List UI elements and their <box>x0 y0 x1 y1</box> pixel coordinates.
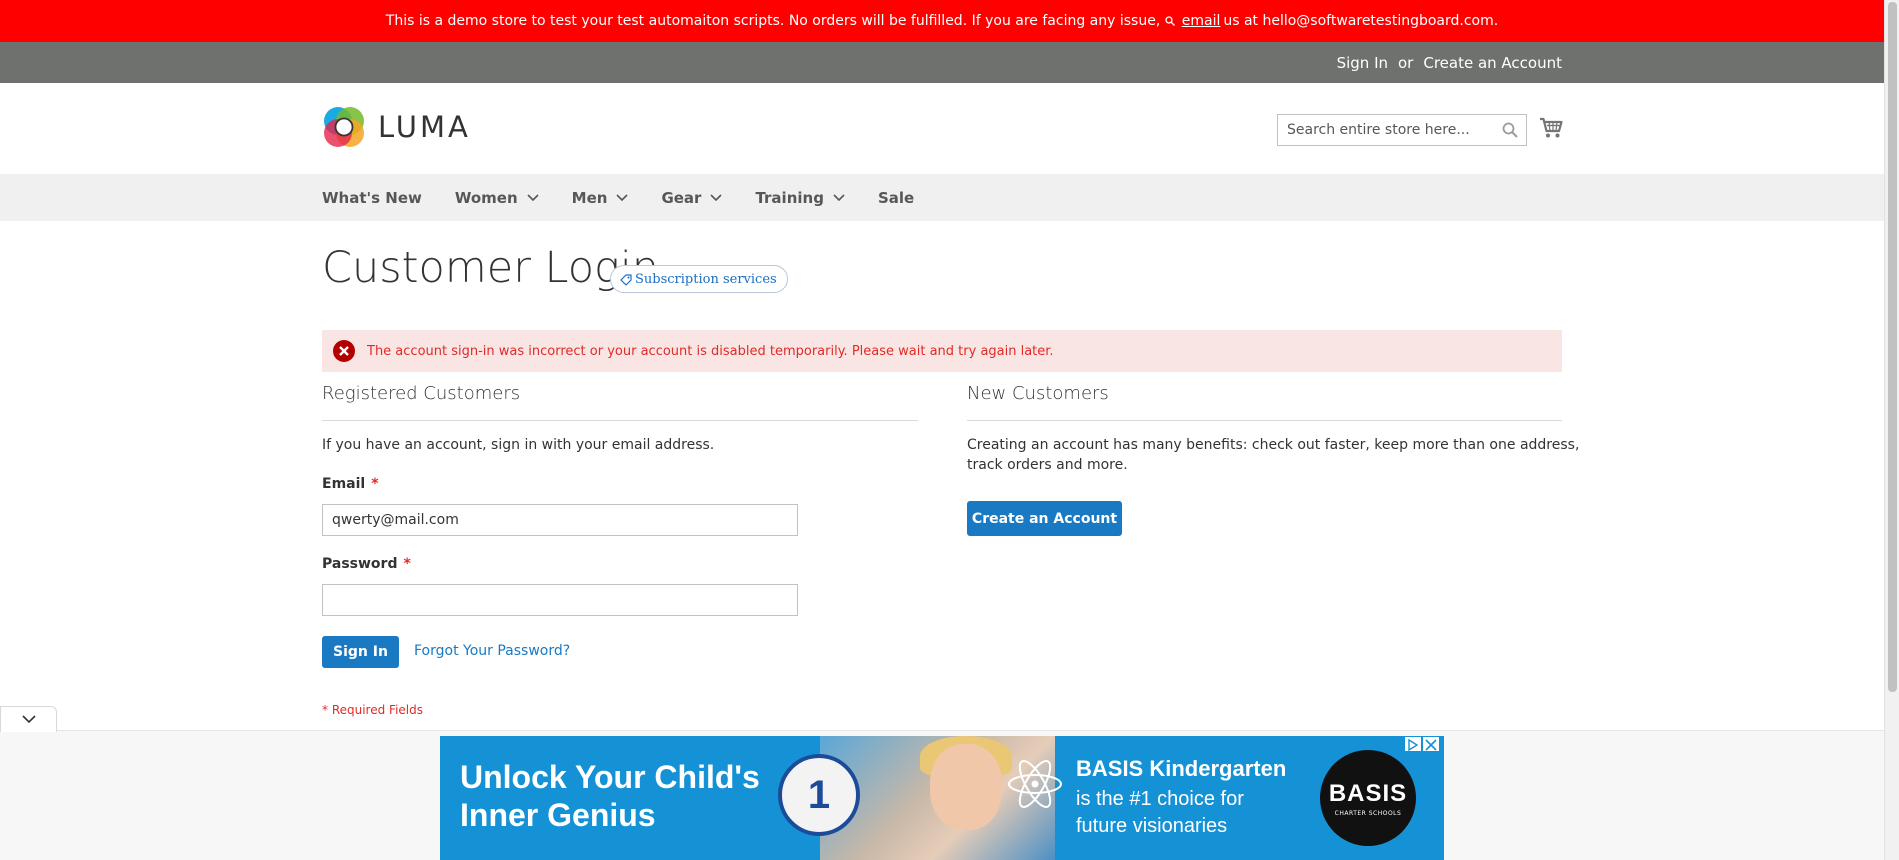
new-customers-intro-line2: track orders and more. <box>967 457 1128 473</box>
nav-item-sale[interactable]: Sale <box>878 189 914 207</box>
registered-customers-title: Registered Customers <box>322 383 521 404</box>
nav-item-label: Training <box>755 188 824 207</box>
nav-item-label: What's New <box>322 188 422 207</box>
chevron-down-icon <box>833 193 845 201</box>
password-label-text: Password <box>322 556 398 572</box>
demo-notice-text-end: us at hello@softwaretestingboard.com. <box>1223 13 1499 29</box>
email-field-wrapper <box>322 504 798 536</box>
forgot-password-link[interactable]: Forgot Your Password? <box>414 643 570 659</box>
page-scrollbar[interactable] <box>1884 0 1899 860</box>
ad-number-one-badge: 1 <box>778 754 860 836</box>
magnifier-icon <box>1165 16 1175 26</box>
nav-item-women[interactable]: Women <box>455 189 539 207</box>
nav-item-label: Sale <box>877 188 915 207</box>
nav-item-gear[interactable]: Gear <box>661 188 723 207</box>
ad-photo-face <box>930 744 1002 830</box>
top-links-bar: Sign In or Create an Account <box>0 42 1884 83</box>
search-input[interactable] <box>1278 115 1488 145</box>
demo-notice-text: This is a demo store to test your test a… <box>385 13 1161 29</box>
create-account-link[interactable]: Create an Account <box>1423 54 1562 72</box>
required-asterisk: * <box>403 556 411 572</box>
password-label: Password * <box>322 556 411 572</box>
logo-text: LUMA <box>378 110 471 144</box>
collapse-ad-button[interactable] <box>0 706 57 732</box>
ad-subhead-line2: future visionaries <box>1076 815 1228 837</box>
required-asterisk: * <box>371 476 379 492</box>
nav-item-label: Gear <box>661 188 702 207</box>
ad-headline: Unlock Your Child's Inner Genius <box>460 758 760 834</box>
nav-item-men[interactable]: Men <box>572 189 629 207</box>
adchoices-icon[interactable] <box>1404 736 1422 752</box>
ad-subhead: is the #1 choice for future visionaries <box>1076 786 1244 840</box>
email-link[interactable]: email <box>1182 13 1221 29</box>
nav-item-whats-new[interactable]: What's New <box>322 189 422 207</box>
chevron-down-icon <box>527 193 539 201</box>
ad-subhead-title: BASIS Kindergarten <box>1076 756 1287 781</box>
sign-in-button[interactable]: Sign In <box>322 636 399 668</box>
error-message-text: The account sign-in was incorrect or you… <box>367 343 1054 359</box>
error-circle-icon <box>333 340 355 362</box>
ad-headline-line1: Unlock Your Child's <box>460 759 760 795</box>
subscription-services-label: Subscription services <box>635 271 777 287</box>
create-account-button[interactable]: Create an Account <box>967 501 1122 536</box>
new-customers-intro-line1: Creating an account has many benefits: c… <box>967 437 1580 453</box>
email-label-text: Email <box>322 476 366 492</box>
chevron-down-icon <box>616 193 629 201</box>
basis-logo-text: BASIS <box>1328 779 1408 807</box>
password-field[interactable] <box>323 585 797 615</box>
password-field-wrapper <box>322 584 798 616</box>
search-icon[interactable] <box>1502 122 1518 138</box>
registered-intro: If you have an account, sign in with you… <box>322 437 715 453</box>
new-customers-title: New Customers <box>967 383 1109 404</box>
demo-notice-banner: This is a demo store to test your test a… <box>0 0 1884 42</box>
close-icon[interactable] <box>1422 736 1440 752</box>
luma-logo[interactable]: LUMA <box>322 105 471 149</box>
page-title: Customer Login <box>322 243 660 293</box>
chevron-down-icon <box>21 715 36 724</box>
ad-subhead-line1: is the #1 choice for <box>1076 788 1244 810</box>
atom-icon <box>1008 760 1062 808</box>
new-customers-divider <box>967 420 1562 421</box>
advertisement-banner[interactable]: Unlock Your Child's Inner Genius 1 BASIS… <box>440 736 1444 860</box>
ad-headline-line2: Inner Genius <box>460 797 656 833</box>
registered-divider <box>322 420 918 421</box>
email-field[interactable] <box>323 505 797 535</box>
scrollbar-thumb[interactable] <box>1888 2 1897 692</box>
required-fields-note: * Required Fields <box>322 703 423 717</box>
site-header: LUMA <box>0 83 1884 174</box>
basis-logo: BASIS CHARTER SCHOOLS <box>1320 750 1416 846</box>
basis-logo-subtext: CHARTER SCHOOLS <box>1334 809 1402 817</box>
chevron-down-icon <box>710 193 723 201</box>
search-box <box>1277 114 1527 146</box>
main-navigation: What's New Women Men Gear Training Sale <box>0 174 1884 221</box>
nav-item-label: Women <box>454 188 518 207</box>
luma-logo-icon <box>324 107 364 147</box>
email-label: Email * <box>322 476 379 492</box>
sign-in-link[interactable]: Sign In <box>1337 54 1388 72</box>
cart-icon[interactable] <box>1539 117 1563 139</box>
or-separator: or <box>1398 53 1414 72</box>
nav-item-label: Men <box>571 188 608 207</box>
error-message: The account sign-in was incorrect or you… <box>322 330 1562 372</box>
nav-item-training[interactable]: Training <box>755 188 845 207</box>
tag-icon <box>620 274 632 286</box>
subscription-services-badge[interactable]: Subscription services <box>610 265 788 293</box>
